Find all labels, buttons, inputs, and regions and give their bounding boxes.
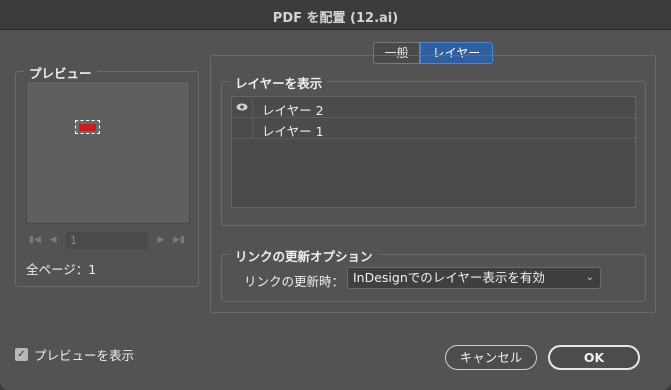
show-preview-checkbox[interactable]: ✓ xyxy=(15,347,28,361)
show-layers-legend: レイヤーを表示 xyxy=(230,73,328,92)
update-link-selected-value: InDesignでのレイヤー表示を有効 xyxy=(353,270,545,285)
chevron-down-icon: ⌄ xyxy=(585,272,594,283)
preview-thumbnail xyxy=(75,120,100,134)
visibility-toggle[interactable] xyxy=(232,118,253,138)
preview-legend: プレビュー xyxy=(24,63,97,82)
last-page-icon[interactable]: ▶▮ xyxy=(172,233,186,247)
layer-name: レイヤー 2 xyxy=(262,103,324,118)
show-layers-group: レイヤーを表示 レイヤー 2 レイヤー 1 xyxy=(221,73,646,226)
layers-panel: レイヤーを表示 レイヤー 2 レイヤー 1 リンクの更新オプション リンクの更新… xyxy=(210,55,656,313)
ok-button[interactable]: OK xyxy=(548,345,640,370)
dialog-title: PDF を配置 (12.ai) xyxy=(272,11,399,26)
first-page-icon[interactable]: ▮◀ xyxy=(28,233,42,247)
next-page-icon[interactable]: ▶ xyxy=(154,233,168,247)
link-update-options-group: リンクの更新オプション リンクの更新時： InDesignでのレイヤー表示を有効… xyxy=(221,246,646,302)
eye-icon[interactable] xyxy=(232,97,253,117)
preview-group: プレビュー ▮◀ ◀ 1 ▶ ▶▮ 全ページ：1 xyxy=(15,63,199,287)
update-link-label: リンクの更新時： xyxy=(244,274,345,289)
total-pages-text: 全ページ：1 xyxy=(26,262,97,277)
layer-row[interactable]: レイヤー 1 xyxy=(232,118,635,139)
prev-page-icon[interactable]: ◀ xyxy=(46,233,60,247)
link-update-legend: リンクの更新オプション xyxy=(230,246,378,265)
cancel-button[interactable]: キャンセル xyxy=(445,345,537,370)
update-link-select[interactable]: InDesignでのレイヤー表示を有効 ⌄ xyxy=(347,267,601,289)
layer-name: レイヤー 1 xyxy=(262,124,324,139)
preview-area xyxy=(26,81,190,224)
thumbnail-artwork xyxy=(79,124,96,131)
title-bar: PDF を配置 (12.ai) xyxy=(0,0,671,30)
show-preview-label: プレビューを表示 xyxy=(34,347,135,363)
page-navigator: ▮◀ ◀ 1 ▶ ▶▮ xyxy=(26,232,190,249)
layers-list: レイヤー 2 レイヤー 1 xyxy=(231,96,636,208)
layer-row[interactable]: レイヤー 2 xyxy=(232,97,635,118)
show-preview-checkbox-row[interactable]: ✓ プレビューを表示 xyxy=(15,346,135,363)
page-number-input[interactable]: 1 xyxy=(66,232,148,249)
place-pdf-dialog: PDF を配置 (12.ai) プレビュー ▮◀ ◀ 1 ▶ ▶▮ 全ページ：1… xyxy=(0,0,671,390)
